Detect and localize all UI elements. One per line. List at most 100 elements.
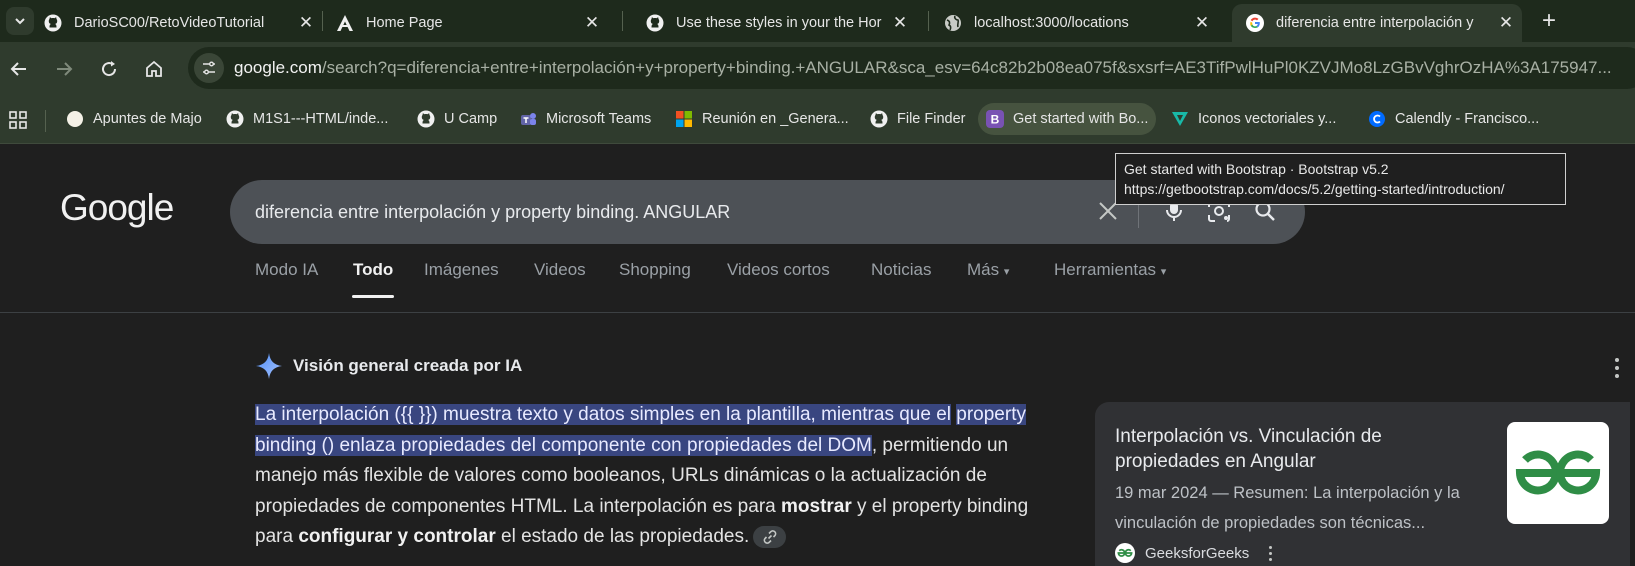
more-options-icon[interactable]	[1612, 358, 1622, 378]
bookmark-m1s1[interactable]: M1S1---HTML/inde...	[218, 103, 396, 135]
bookmark-label: File Finder	[897, 111, 966, 127]
bookmark-label: Get started with Bo...	[1013, 111, 1149, 127]
tab-videos-cortos[interactable]: Videos cortos	[727, 260, 830, 280]
bold-text: mostrar	[781, 495, 852, 517]
bookmark-label: Iconos vectoriales y...	[1198, 111, 1337, 127]
tab-title: Use these styles in your the Hor	[676, 15, 882, 31]
url-host: google.com	[234, 58, 322, 77]
bookmarks-bar: Apuntes de Majo M1S1---HTML/inde... U Ca…	[0, 96, 1635, 144]
bookmark-apuntes[interactable]: Apuntes de Majo	[58, 103, 210, 135]
tab-separator	[322, 11, 323, 31]
reload-icon	[102, 61, 117, 77]
bookmark-reunion[interactable]: Reunión en _Genera...	[667, 103, 857, 135]
tabs-divider	[0, 312, 1635, 313]
bookmark-teams[interactable]: Microsoft Teams	[511, 103, 659, 135]
tab-mas[interactable]: Más ▾	[967, 260, 1009, 280]
tooltip-url: https://getbootstrap.com/docs/5.2/gettin…	[1124, 181, 1505, 197]
bookmark-file-finder[interactable]: File Finder	[862, 103, 974, 135]
link-icon[interactable]	[753, 525, 787, 548]
forward-button[interactable]	[50, 55, 78, 83]
source-card[interactable]: Interpolación vs. Vinculación de propied…	[1095, 402, 1630, 566]
chevron-down-icon	[15, 18, 25, 25]
tab-strip: DarioSC00/RetoVideoTutorial ✕ Home Page …	[0, 0, 1635, 42]
bookmarks-divider	[45, 110, 46, 132]
home-button[interactable]	[140, 55, 168, 83]
tab-shopping[interactable]: Shopping	[619, 260, 691, 280]
home-icon	[146, 60, 162, 77]
source-menu-icon[interactable]	[1269, 545, 1273, 561]
google-results-page: Google diferencia entre interpolación y …	[0, 145, 1635, 566]
new-tab-button[interactable]: +	[1535, 7, 1563, 35]
svg-text:B: B	[991, 113, 1000, 127]
tab-github-styles[interactable]: Use these styles in your the Hor ✕	[646, 4, 916, 42]
github-icon	[417, 110, 435, 128]
tab-title: Home Page	[366, 15, 443, 31]
tab-title: diferencia entre interpolación y	[1276, 15, 1474, 31]
back-button[interactable]	[5, 55, 33, 83]
back-arrow-icon	[10, 62, 26, 76]
close-icon[interactable]: ✕	[890, 13, 910, 33]
tab-google-search[interactable]: diferencia entre interpolación y ✕	[1232, 4, 1522, 42]
source-card-title[interactable]: Interpolación vs. Vinculación de propied…	[1115, 424, 1455, 474]
apps-grid-icon[interactable]	[8, 110, 28, 130]
vector-icon	[1171, 110, 1189, 128]
tab-herramientas[interactable]: Herramientas ▾	[1054, 260, 1166, 280]
highlighted-text: La interpolación ({{ }}) muestra texto y…	[255, 404, 951, 425]
tab-imagenes[interactable]: Imágenes	[424, 260, 499, 280]
bookmark-label: Microsoft Teams	[546, 111, 652, 127]
bookmark-label: M1S1---HTML/inde...	[253, 111, 389, 127]
microsoft-icon	[675, 110, 693, 128]
globe-icon	[944, 14, 962, 32]
close-icon[interactable]: ✕	[296, 13, 316, 33]
tooltip-title: Get started with Bootstrap · Bootstrap v…	[1124, 161, 1389, 177]
angular-icon	[336, 14, 354, 32]
search-tabs: Modo IA Todo Imágenes Videos Shopping Vi…	[0, 260, 1635, 300]
bookmark-label: Reunión en _Genera...	[702, 111, 849, 127]
url-text[interactable]: google.com/search?q=diferencia+entre+int…	[234, 58, 1612, 78]
close-icon[interactable]: ✕	[1496, 13, 1516, 33]
calendly-icon	[1368, 110, 1386, 128]
bootstrap-icon: B	[986, 110, 1004, 128]
tab-videos[interactable]: Videos	[534, 260, 586, 280]
github-icon	[44, 14, 62, 32]
source-card-snippet: 19 mar 2024 — Resumen: La interpolación …	[1115, 484, 1460, 532]
bookmark-label: Apuntes de Majo	[93, 111, 202, 127]
tab-modo-ia[interactable]: Modo IA	[255, 260, 318, 280]
reload-button[interactable]	[95, 55, 123, 83]
bookmark-calendly[interactable]: Calendly - Francisco...	[1360, 103, 1547, 135]
ai-overview-title: Visión general creada por IA	[293, 356, 523, 375]
tab-noticias[interactable]: Noticias	[871, 260, 931, 280]
bookmark-iconos[interactable]: Iconos vectoriales y...	[1163, 103, 1344, 135]
address-bar[interactable]: google.com/search?q=diferencia+entre+int…	[188, 47, 1635, 89]
tab-localhost[interactable]: localhost:3000/locations ✕	[944, 4, 1218, 42]
tab-mas-label: Más	[967, 260, 1000, 279]
google-logo[interactable]: Google	[60, 187, 174, 229]
close-icon[interactable]: ✕	[1192, 13, 1212, 33]
tab-home-page[interactable]: Home Page ✕	[336, 4, 608, 42]
dropdown-arrow-icon: ▾	[1160, 266, 1167, 278]
bookmark-bootstrap[interactable]: B Get started with Bo...	[978, 103, 1157, 135]
tab-todo[interactable]: Todo	[353, 260, 393, 280]
bookmark-label: Calendly - Francisco...	[1395, 111, 1540, 127]
bookmark-label: U Camp	[444, 111, 498, 127]
search-input[interactable]: diferencia entre interpolación y propert…	[255, 202, 730, 223]
github-icon	[646, 14, 664, 32]
tab-separator	[928, 11, 929, 31]
teams-icon	[519, 110, 537, 128]
tab-github-reto[interactable]: DarioSC00/RetoVideoTutorial ✕	[44, 4, 322, 42]
forward-arrow-icon	[57, 62, 73, 76]
bookmark-ucamp[interactable]: U Camp	[409, 103, 505, 135]
tab-title: localhost:3000/locations	[974, 15, 1129, 31]
tab-herramientas-label: Herramientas	[1054, 260, 1157, 279]
browser-toolbar: google.com/search?q=diferencia+entre+int…	[0, 42, 1635, 96]
ai-text: el estado de las propiedades.	[495, 526, 750, 547]
sparkle-icon	[256, 353, 282, 379]
source-attribution: GeeksforGeeks	[1115, 543, 1273, 563]
url-path: /search?q=diferencia+entre+interpolación…	[321, 58, 1612, 77]
dropdown-arrow-icon: ▾	[1003, 266, 1010, 278]
tab-search-button[interactable]	[6, 7, 34, 35]
site-info-icon[interactable]	[194, 53, 224, 83]
close-icon[interactable]: ✕	[582, 13, 602, 33]
source-name[interactable]: GeeksforGeeks	[1145, 545, 1249, 562]
geeksforgeeks-logo	[1507, 422, 1609, 524]
